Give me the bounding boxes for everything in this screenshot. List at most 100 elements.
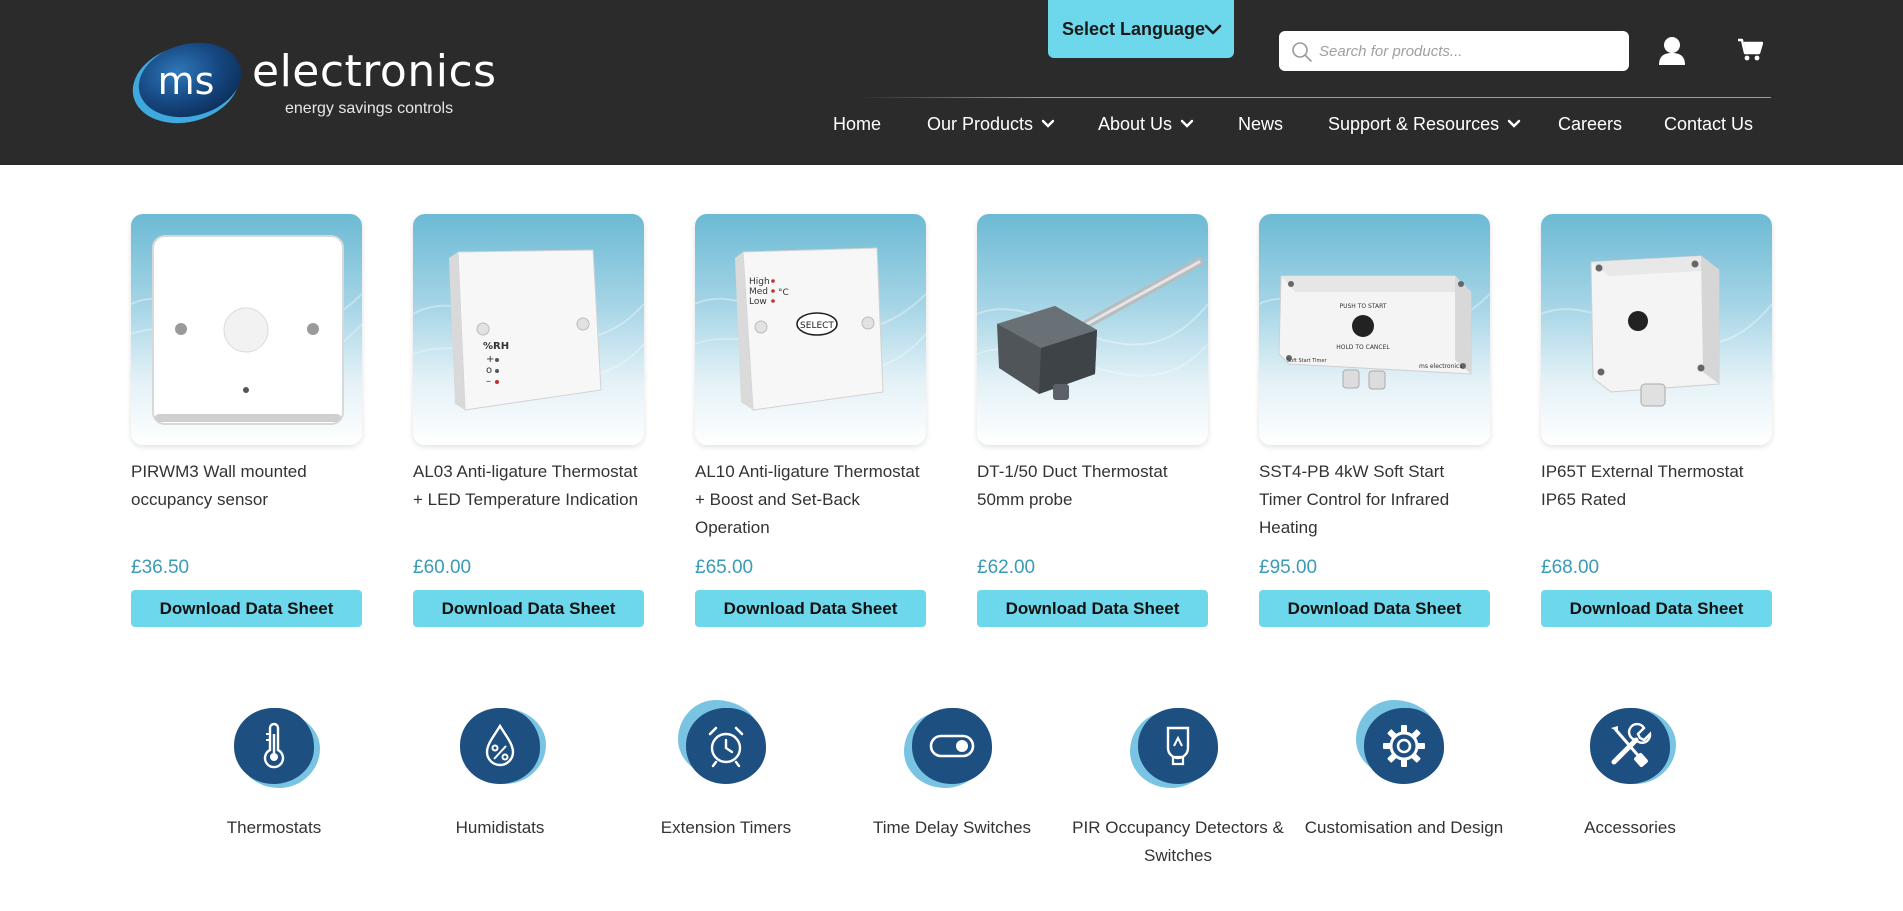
product-name[interactable]: AL03 Anti-ligature Thermostat + LED Temp… — [413, 458, 644, 514]
product-photo: %RH + o – — [413, 249, 644, 411]
svg-text:ms electronics: ms electronics — [1419, 363, 1462, 370]
svg-text:PUSH TO START: PUSH TO START — [1339, 303, 1386, 310]
search-icon[interactable] — [1291, 41, 1313, 63]
language-label: Select Language — [1062, 18, 1206, 39]
category-label: PIR Occupancy Detectors & Switches — [1072, 818, 1284, 865]
nav-item-news[interactable]: News — [1238, 112, 1283, 136]
product-card: PIRWM3 Wall mounted occupancy sensor £36… — [131, 214, 362, 627]
category-icon-wrap — [676, 700, 776, 790]
product-price: £68.00 — [1541, 557, 1600, 578]
product-image-al03[interactable]: %RH + o – — [413, 214, 644, 445]
category-label: Customisation and Design — [1304, 818, 1504, 837]
product-image-ip65t[interactable] — [1541, 214, 1772, 445]
category-time-delay-switches[interactable]: Time Delay Switches — [842, 700, 1062, 842]
account-button[interactable] — [1658, 36, 1686, 71]
product-name[interactable]: PIRWM3 Wall mounted occupancy sensor — [131, 458, 362, 514]
product-price: £60.00 — [413, 557, 472, 578]
product-price: £62.00 — [977, 557, 1036, 578]
logo-mark-icon: ms — [132, 42, 242, 124]
category-icon-wrap — [1580, 700, 1680, 790]
gear-icon — [1383, 725, 1425, 767]
product-photo: PUSH TO START HOLD TO CANCEL Soft Start … — [1259, 275, 1490, 390]
wrench-screwdriver-icon — [1611, 722, 1652, 767]
user-icon — [1659, 37, 1685, 65]
product-card: DT-1/50 Duct Thermostat 50mm probe £62.0… — [977, 214, 1208, 627]
svg-text:o: o — [486, 365, 492, 376]
svg-text:+: + — [486, 354, 494, 365]
product-image-sst4-pb[interactable]: PUSH TO START HOLD TO CANCEL Soft Start … — [1259, 214, 1490, 445]
svg-text:Med: Med — [749, 287, 768, 297]
chevron-down-icon — [1180, 119, 1194, 128]
svg-text:SELECT: SELECT — [800, 321, 834, 331]
svg-text:Soft Start Timer: Soft Start Timer — [1287, 358, 1327, 364]
chevron-down-icon — [1041, 119, 1055, 128]
brand-logo[interactable]: ms electronics energy savings controls — [130, 38, 496, 128]
category-accessories[interactable]: Accessories — [1520, 700, 1740, 842]
svg-text:Low: Low — [749, 297, 767, 307]
product-search — [1279, 31, 1629, 71]
product-card: PUSH TO START HOLD TO CANCEL Soft Start … — [1259, 214, 1490, 627]
download-data-sheet-button[interactable]: Download Data Sheet — [1259, 590, 1490, 627]
category-label: Accessories — [1584, 818, 1676, 837]
alarm-clock-icon — [708, 726, 744, 768]
product-card: IP65T External Thermostat IP65 Rated £68… — [1541, 214, 1772, 627]
category-icon-wrap — [1128, 700, 1228, 790]
product-name[interactable]: SST4-PB 4kW Soft Start Timer Control for… — [1259, 458, 1490, 542]
cart-icon — [1738, 38, 1764, 61]
svg-text:High: High — [749, 277, 770, 287]
category-label: Thermostats — [226, 818, 322, 837]
product-card: High Med Low °C SELECT AL10 Anti-ligatur… — [695, 214, 926, 627]
brand-name: electronics — [252, 46, 497, 97]
nav-item-support-resources[interactable]: Support & Resources — [1328, 112, 1521, 136]
product-photo — [131, 235, 362, 425]
product-name[interactable]: IP65T External Thermostat IP65 Rated — [1541, 458, 1772, 514]
svg-text:HOLD TO CANCEL: HOLD TO CANCEL — [1336, 344, 1390, 351]
category-extension-timers[interactable]: Extension Timers — [616, 700, 836, 842]
category-humidistats[interactable]: Humidistats — [390, 700, 610, 842]
search-input[interactable] — [1319, 36, 1619, 66]
product-price: £95.00 — [1259, 557, 1318, 578]
language-select[interactable]: Select Language — [1048, 0, 1234, 58]
download-data-sheet-button[interactable]: Download Data Sheet — [131, 590, 362, 627]
product-name[interactable]: DT-1/50 Duct Thermostat 50mm probe — [977, 458, 1208, 514]
product-name[interactable]: AL10 Anti-ligature Thermostat + Boost an… — [695, 458, 926, 542]
category-icon-wrap — [224, 700, 324, 790]
chevron-down-icon — [1204, 24, 1222, 35]
chevron-down-icon — [1507, 119, 1521, 128]
download-data-sheet-button[interactable]: Download Data Sheet — [977, 590, 1208, 627]
site-header: ms electronics energy savings controls S… — [0, 0, 1903, 165]
svg-text:ms: ms — [158, 59, 215, 103]
category-thermostats[interactable]: Thermostats — [164, 700, 384, 842]
category-icon-wrap — [902, 700, 1002, 790]
category-icon-wrap — [450, 700, 550, 790]
category-pir-occupancy-detectors[interactable]: PIR Occupancy Detectors & Switches — [1068, 700, 1288, 870]
product-photo — [977, 257, 1208, 400]
category-label: Time Delay Switches — [872, 818, 1032, 837]
nav-divider — [858, 97, 1771, 98]
thermometer-icon — [263, 722, 285, 769]
download-data-sheet-button[interactable]: Download Data Sheet — [695, 590, 926, 627]
category-icon-wrap — [1354, 700, 1454, 790]
nav-item-careers[interactable]: Careers — [1558, 112, 1622, 136]
nav-item-home[interactable]: Home — [833, 112, 881, 136]
brand-tagline: energy savings controls — [285, 100, 454, 117]
svg-text:%RH: %RH — [483, 341, 509, 352]
download-data-sheet-button[interactable]: Download Data Sheet — [1541, 590, 1772, 627]
humidity-drop-icon — [485, 723, 515, 767]
product-image-al10[interactable]: High Med Low °C SELECT — [695, 214, 926, 445]
product-photo — [1541, 255, 1772, 407]
product-image-dt-1-50[interactable] — [977, 214, 1208, 445]
svg-text:–: – — [486, 376, 491, 387]
product-photo: High Med Low °C SELECT — [695, 247, 926, 411]
download-data-sheet-button[interactable]: Download Data Sheet — [413, 590, 644, 627]
product-image-pirwm3[interactable] — [131, 214, 362, 445]
cart-button[interactable] — [1737, 38, 1764, 67]
product-card: %RH + o – AL03 Anti-ligature Thermostat … — [413, 214, 644, 627]
nav-item-our-products[interactable]: Our Products — [927, 112, 1055, 136]
product-price: £36.50 — [131, 557, 190, 578]
nav-item-contact-us[interactable]: Contact Us — [1664, 112, 1753, 136]
nav-item-about-us[interactable]: About Us — [1098, 112, 1194, 136]
category-label: Extension Timers — [660, 818, 792, 837]
category-customisation-design[interactable]: Customisation and Design — [1294, 700, 1514, 842]
toggle-switch-icon — [929, 734, 975, 758]
